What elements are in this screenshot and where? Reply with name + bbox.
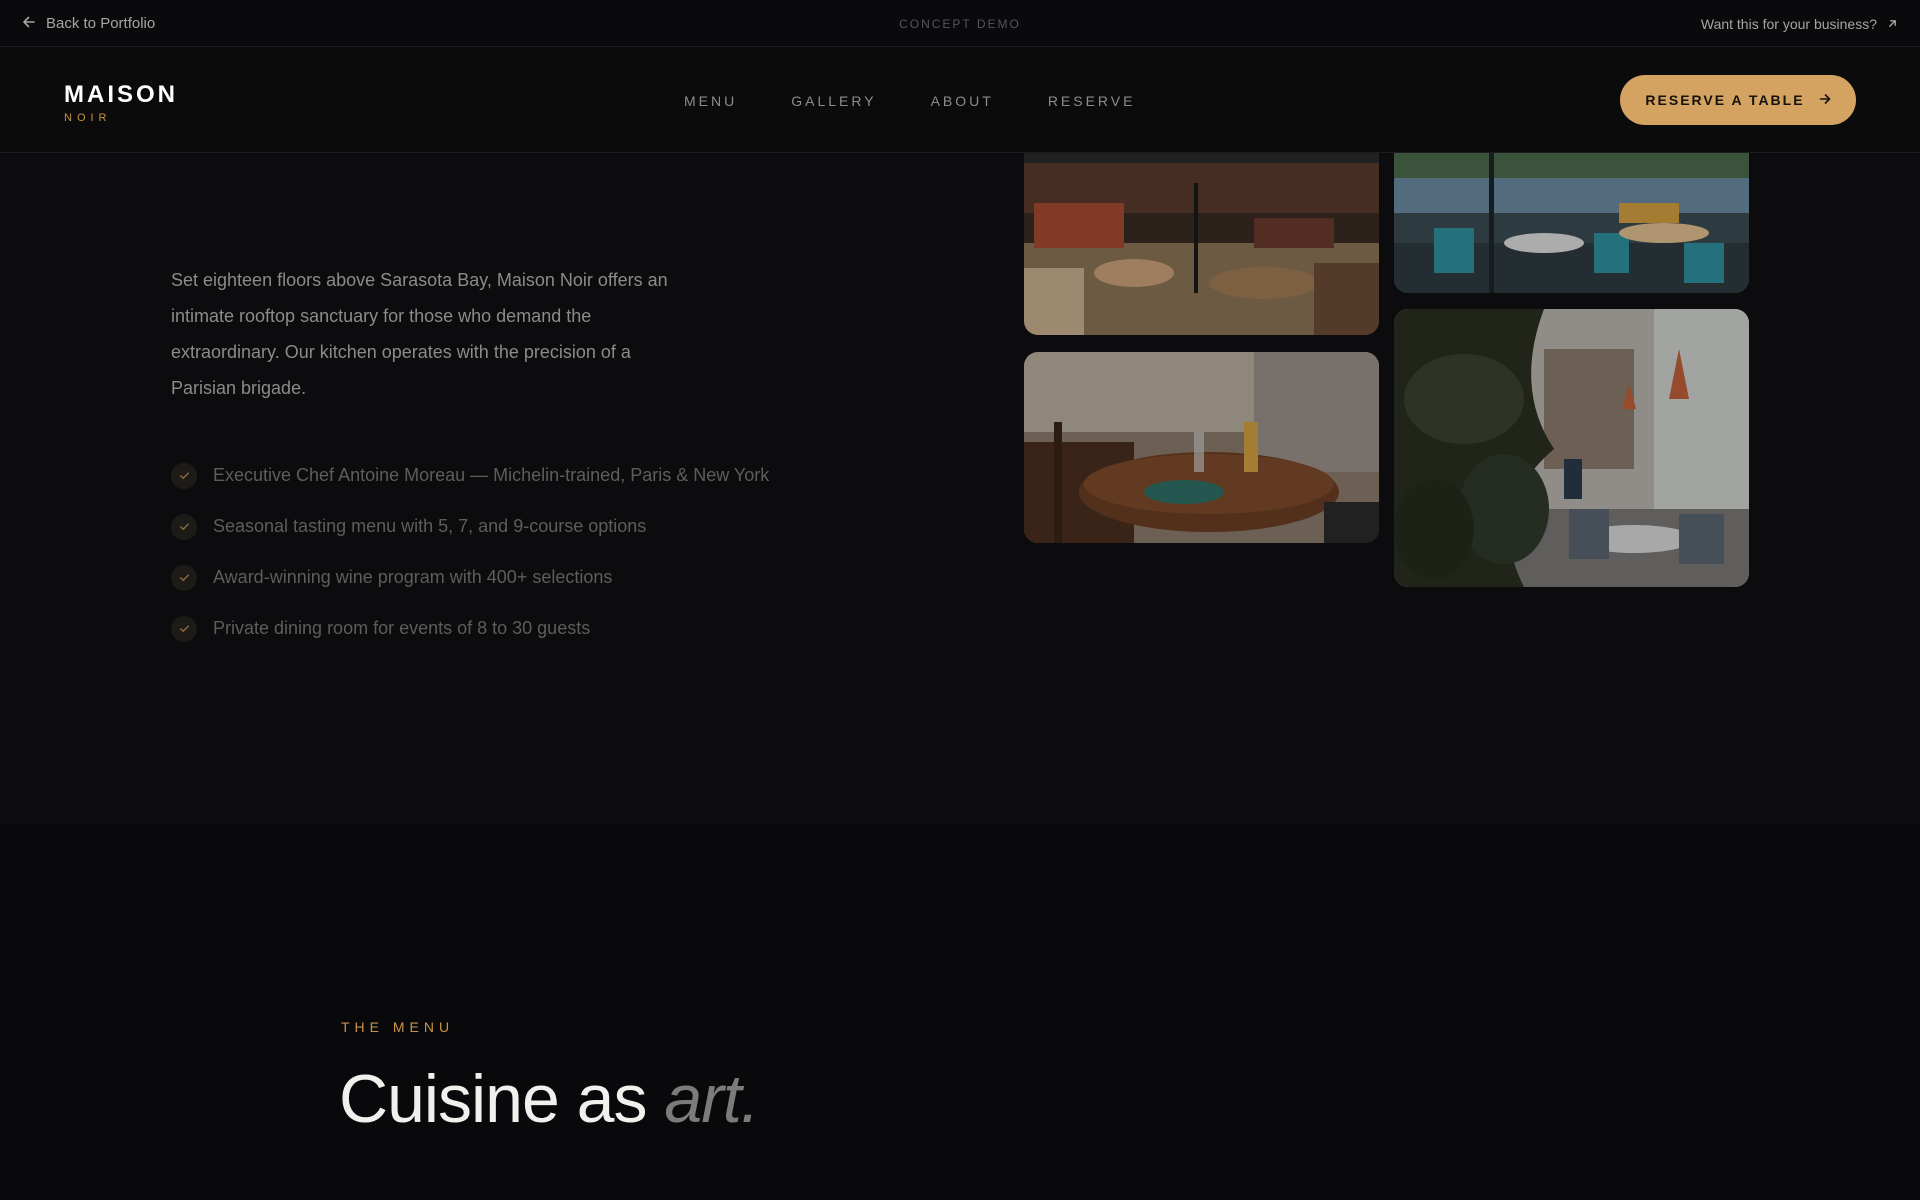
concept-demo-label: CONCEPT DEMO [899, 16, 1021, 31]
back-to-portfolio-link[interactable]: Back to Portfolio [22, 0, 155, 47]
nav-link-menu[interactable]: MENU [684, 93, 737, 109]
nav-links: MENU GALLERY ABOUT RESERVE [684, 48, 1135, 153]
feature-text: Seasonal tasting menu with 5, 7, and 9-c… [213, 516, 647, 536]
demo-bar: Back to Portfolio CONCEPT DEMO Want this… [0, 0, 1920, 47]
menu-heading-text: Cuisine as [339, 1061, 665, 1137]
reserve-button-label: RESERVE A TABLE [1645, 92, 1805, 108]
main-nav: MAISON NOIR MENU GALLERY ABOUT RESERVE R… [0, 48, 1920, 153]
check-icon [171, 564, 197, 591]
about-intro-text: Set eighteen floors above Sarasota Bay, … [171, 270, 668, 398]
feature-item: Seasonal tasting menu with 5, 7, and 9-c… [171, 501, 769, 552]
check-icon [171, 615, 197, 642]
waterfront-terrace-photo [1394, 153, 1749, 293]
feature-text: Private dining room for events of 8 to 3… [213, 618, 591, 638]
nav-link-gallery[interactable]: GALLERY [791, 93, 876, 109]
nav-link-about[interactable]: ABOUT [931, 93, 994, 109]
business-link-label: Want this for your business? [1700, 15, 1877, 32]
logo[interactable]: MAISON NOIR [64, 81, 178, 125]
menu-heading: Cuisine as art. [339, 1060, 760, 1138]
arrow-left-icon [22, 15, 36, 33]
table-setting-photo [1024, 352, 1379, 543]
logo-wordmark: MAISON [64, 81, 178, 108]
business-inquiry-link[interactable]: Want this for your business? [1701, 0, 1898, 47]
feature-item: Private dining room for events of 8 to 3… [171, 603, 769, 654]
logo-subtitle: NOIR [64, 112, 112, 124]
feature-text: Award-winning wine program with 400+ sel… [213, 567, 613, 587]
check-icon [171, 513, 197, 540]
about-section: Set eighteen floors above Sarasota Bay, … [0, 153, 1920, 824]
restaurant-interior-photo [1024, 153, 1379, 335]
feature-list: Executive Chef Antoine Moreau — Michelin… [171, 450, 769, 654]
back-link-label: Back to Portfolio [46, 15, 156, 32]
arrow-right-icon [1819, 92, 1831, 108]
arrow-up-right-icon [1887, 16, 1898, 32]
reserve-table-button[interactable]: RESERVE A TABLE [1620, 75, 1856, 125]
menu-section: THE MENU Cuisine as art. [0, 824, 1920, 1200]
menu-eyebrow: THE MENU [341, 1019, 455, 1035]
menu-heading-accent: art. [664, 1061, 759, 1137]
nav-link-reserve[interactable]: RESERVE [1048, 93, 1136, 109]
feature-text: Executive Chef Antoine Moreau — Michelin… [213, 465, 770, 485]
feature-item: Executive Chef Antoine Moreau — Michelin… [171, 450, 769, 501]
dining-room-plant-photo [1394, 309, 1749, 587]
check-icon [171, 462, 197, 489]
feature-item: Award-winning wine program with 400+ sel… [171, 552, 769, 603]
